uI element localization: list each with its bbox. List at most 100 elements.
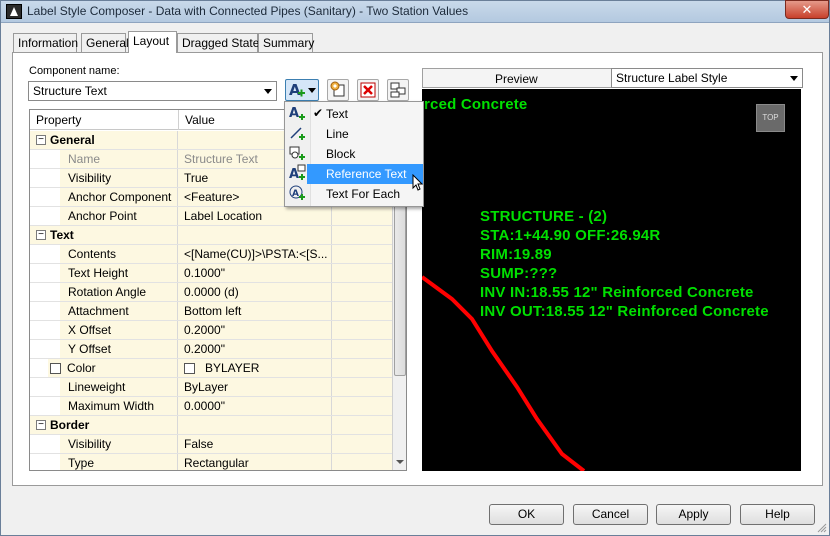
svg-text:A: A (289, 81, 301, 99)
property-value[interactable]: 0.1000" (178, 264, 332, 282)
preview-canvas[interactable]: rced Concrete TOP STRUCTURE - (2) STA:1+… (422, 89, 801, 471)
collapse-icon[interactable]: − (36, 230, 46, 240)
property-row[interactable]: Anchor Point Label Location (30, 207, 392, 226)
preview-text-line: STA:1+44.90 OFF:26.94R (480, 227, 661, 244)
property-value[interactable]: 0.0000" (178, 397, 332, 415)
property-checkbox[interactable] (50, 363, 61, 374)
category-label: Text (48, 226, 178, 244)
property-category-row[interactable]: − Border (30, 416, 392, 435)
row-extra-cell (332, 245, 392, 263)
app-icon (6, 4, 22, 19)
preview-text-line: RIM:19.89 (480, 246, 552, 263)
component-name-value: Structure Text (33, 84, 107, 98)
preview-drawing (422, 275, 586, 471)
menu-item-text-for-each[interactable]: Text For Each (307, 184, 423, 204)
tab-general[interactable]: General (81, 33, 129, 52)
tab-dragged-state[interactable]: Dragged State (177, 33, 259, 52)
row-gutter (30, 397, 60, 415)
property-value[interactable]: BYLAYER (178, 359, 332, 377)
menu-item-block[interactable]: Block (307, 144, 423, 164)
property-value[interactable]: Label Location (178, 207, 332, 225)
row-extra-cell (332, 283, 392, 301)
preview-style-select[interactable]: Structure Label Style (611, 68, 803, 88)
check-icon: ✔ (313, 106, 324, 120)
row-gutter (30, 435, 60, 453)
preview-text-line: STRUCTURE - (2) (480, 208, 608, 225)
property-row[interactable]: X Offset 0.2000" (30, 321, 392, 340)
row-gutter (30, 207, 60, 225)
row-extra-cell (332, 397, 392, 415)
property-row[interactable]: Y Offset 0.2000" (30, 340, 392, 359)
tab-information[interactable]: Information (13, 33, 78, 52)
component-name-select[interactable]: Structure Text (28, 81, 277, 101)
row-gutter (30, 169, 60, 187)
label-style-composer-window: Label Style Composer - Data with Connect… (0, 0, 830, 536)
property-row[interactable]: Visibility False (30, 435, 392, 454)
component-draw-order-icon (390, 82, 406, 98)
copy-component-button[interactable] (327, 79, 349, 101)
row-extra-cell (332, 340, 392, 358)
row-extra-cell (332, 378, 392, 396)
menu-item-reference-text[interactable]: Reference Text (307, 164, 423, 184)
property-row[interactable]: Text Height 0.1000" (30, 264, 392, 283)
apply-button[interactable]: Apply (656, 504, 731, 525)
property-name-text: Color (67, 361, 96, 375)
property-row[interactable]: Attachment Bottom left (30, 302, 392, 321)
chevron-down-icon (790, 76, 798, 81)
property-row[interactable]: Color BYLAYER (30, 359, 392, 378)
property-value[interactable]: Rectangular (178, 454, 332, 470)
reference-text-component-icon: A (289, 164, 306, 182)
property-value[interactable]: ByLayer (178, 378, 332, 396)
row-gutter (30, 321, 60, 339)
menu-item-label: Block (326, 147, 356, 161)
property-row[interactable]: Maximum Width 0.0000" (30, 397, 392, 416)
title-bar[interactable]: Label Style Composer - Data with Connect… (1, 0, 829, 23)
property-row[interactable]: Rotation Angle 0.0000 (d) (30, 283, 392, 302)
preview-header: Preview Structure Label Style (422, 68, 803, 88)
property-name: Visibility (60, 169, 178, 187)
component-draw-order-button[interactable] (387, 79, 409, 101)
property-value[interactable]: Bottom left (178, 302, 332, 320)
property-name: Name (60, 150, 178, 168)
property-row[interactable]: Contents <[Name(CU)]>\PSTA:<[S... (30, 245, 392, 264)
property-value[interactable]: 0.2000" (178, 340, 332, 358)
menu-item-label: Text For Each (326, 187, 401, 201)
text-for-each-component-icon: A (289, 185, 305, 200)
help-button[interactable]: Help (740, 504, 815, 525)
scroll-down-icon[interactable] (396, 460, 404, 464)
collapse-icon[interactable]: − (36, 135, 46, 145)
property-value[interactable]: 0.2000" (178, 321, 332, 339)
property-category-row[interactable]: − Text (30, 226, 392, 245)
tab-layout[interactable]: Layout (128, 31, 177, 53)
property-value[interactable]: False (178, 435, 332, 453)
property-value[interactable]: <[Name(CU)]>\PSTA:<[S... (178, 245, 332, 263)
property-row[interactable]: Type Rectangular (30, 454, 392, 470)
resize-grip-icon[interactable] (817, 523, 827, 533)
cancel-button[interactable]: Cancel (573, 504, 648, 525)
color-swatch (184, 363, 195, 374)
row-gutter (30, 245, 60, 263)
row-extra-cell (332, 416, 392, 434)
line-component-icon (290, 127, 305, 140)
collapse-icon[interactable]: − (36, 420, 46, 430)
view-top-button[interactable]: TOP (756, 104, 785, 132)
property-value[interactable]: 0.0000 (d) (178, 283, 332, 301)
property-value (178, 416, 332, 434)
menu-item-label: Line (326, 127, 349, 141)
row-gutter (30, 302, 60, 320)
preview-style-value: Structure Label Style (616, 71, 728, 85)
menu-item-line[interactable]: Line (307, 124, 423, 144)
row-gutter (30, 264, 60, 282)
chevron-down-icon (264, 89, 272, 94)
row-extra-cell (332, 321, 392, 339)
row-extra-cell (332, 302, 392, 320)
row-gutter (30, 454, 60, 470)
tab-summary[interactable]: Summary (258, 33, 314, 52)
close-button[interactable]: ✕ (785, 0, 829, 19)
delete-component-button[interactable] (357, 79, 379, 101)
create-text-component-button[interactable]: A (285, 79, 319, 101)
row-extra-cell (332, 207, 392, 225)
ok-button[interactable]: OK (489, 504, 564, 525)
menu-item-text[interactable]: ✔ Text (307, 104, 423, 124)
property-row[interactable]: Lineweight ByLayer (30, 378, 392, 397)
